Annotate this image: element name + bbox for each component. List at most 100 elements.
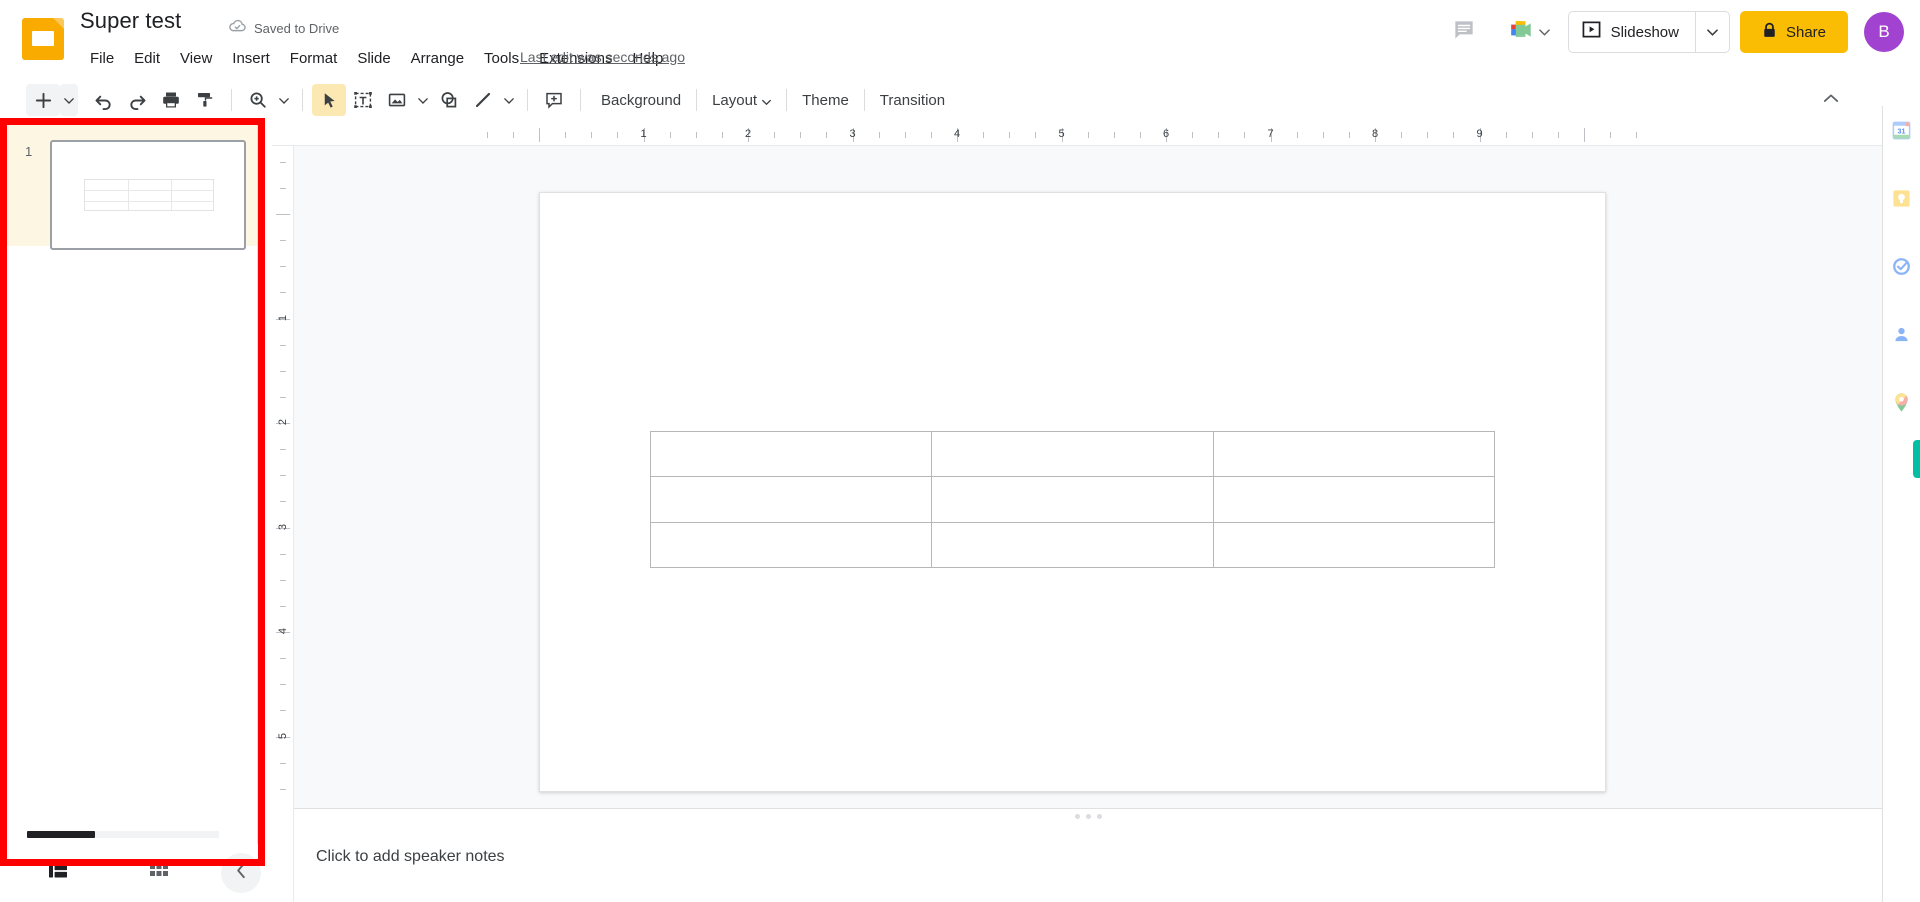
ruler-minor-tick <box>565 132 567 138</box>
paint-format-icon[interactable] <box>188 84 222 116</box>
ruler-minor-tick <box>983 132 985 138</box>
chevron-up-icon <box>1823 91 1839 109</box>
google-keep-button[interactable] <box>1887 186 1917 216</box>
comment-history-icon <box>1451 17 1477 48</box>
google-tasks-icon <box>1891 256 1912 282</box>
menu-item-edit[interactable]: Edit <box>124 45 170 73</box>
ruler-label: 9 <box>1476 128 1483 140</box>
slide-table[interactable] <box>649 430 1496 569</box>
zoom-caret-icon[interactable] <box>275 84 293 116</box>
menu-item-insert[interactable]: Insert <box>222 45 280 73</box>
slide-thumbnail-item[interactable]: 1 <box>0 124 257 250</box>
collapse-filmstrip-button[interactable] <box>221 853 261 893</box>
menu-item-view[interactable]: View <box>170 45 222 73</box>
transition-button[interactable]: Transition <box>869 87 956 114</box>
table-cell[interactable] <box>1212 521 1496 569</box>
ruler-minor-tick <box>280 396 286 398</box>
share-button[interactable]: Share <box>1739 11 1848 53</box>
new-slide-caret-icon[interactable] <box>60 84 78 116</box>
ruler-minor-tick <box>1087 132 1089 138</box>
google-contacts-button[interactable] <box>1887 322 1917 352</box>
expand-side-panel-tab[interactable] <box>1913 440 1920 478</box>
table-cell[interactable] <box>931 476 1214 523</box>
slide-thumbnail[interactable] <box>50 140 246 250</box>
comment-history-button[interactable] <box>1442 10 1486 54</box>
google-tasks-button[interactable] <box>1887 254 1917 284</box>
table-cell[interactable] <box>649 430 933 478</box>
drag-dots-icon <box>1074 814 1102 819</box>
table-row[interactable] <box>649 430 1496 478</box>
menu-item-arrange[interactable]: Arrange <box>401 45 474 73</box>
slideshow-button[interactable]: Slideshow <box>1569 12 1695 52</box>
menu-item-slide[interactable]: Slide <box>347 45 400 73</box>
menu-item-format[interactable]: Format <box>280 45 348 73</box>
shape-icon[interactable] <box>432 84 466 116</box>
redo-icon[interactable] <box>120 84 154 116</box>
document-title[interactable]: Super test <box>80 8 181 34</box>
line-icon[interactable] <box>466 84 500 116</box>
slide-number: 1 <box>25 144 33 159</box>
slide-canvas-area[interactable] <box>294 146 1882 808</box>
horizontal-ruler[interactable]: 1 2 3 4 5 6 7 8 9 <box>272 124 1882 146</box>
table-cell[interactable] <box>649 476 933 523</box>
filmstrip-scrollbar-thumb[interactable] <box>27 831 95 838</box>
filmstrip-panel[interactable]: 1 <box>0 124 258 844</box>
zoom-icon[interactable] <box>241 84 275 116</box>
ruler-minor-tick <box>1035 132 1037 138</box>
layout-button[interactable]: Layout <box>701 87 782 114</box>
google-meet-icon <box>1506 17 1536 48</box>
new-slide-icon[interactable] <box>26 84 60 116</box>
ruler-minor-tick <box>774 132 776 138</box>
grid-view-button[interactable] <box>139 853 179 893</box>
table-cell[interactable] <box>649 521 933 569</box>
ruler-minor-tick <box>826 132 828 138</box>
ruler-minor-tick <box>280 344 286 346</box>
avatar[interactable]: B <box>1864 12 1904 52</box>
undo-icon[interactable] <box>86 84 120 116</box>
google-apps-side-panel: 31 <box>1882 106 1920 902</box>
table-row[interactable] <box>649 521 1496 569</box>
table-cell[interactable] <box>1212 430 1496 478</box>
table-cell[interactable] <box>931 521 1214 569</box>
slideshow-dropdown-button[interactable] <box>1694 12 1729 52</box>
toolbar: Background Layout Theme Transition <box>0 78 1920 122</box>
ruler-label: 3 <box>849 128 856 140</box>
ruler-minor-tick <box>1427 132 1429 138</box>
ruler-minor-tick <box>721 132 723 138</box>
ruler-label: 8 <box>1372 128 1379 140</box>
slide-page[interactable] <box>539 192 1606 792</box>
present-play-icon <box>1582 20 1601 44</box>
theme-button[interactable]: Theme <box>791 87 860 114</box>
ruler-minor-tick <box>1244 132 1246 138</box>
add-comment-icon[interactable] <box>537 84 571 116</box>
text-box-icon[interactable] <box>346 84 380 116</box>
last-edit-link[interactable]: Last edit was seconds ago <box>520 49 685 65</box>
insert-image-icon[interactable] <box>380 84 414 116</box>
filmstrip-scrollbar[interactable] <box>27 831 219 838</box>
menu-item-file[interactable]: File <box>80 45 124 73</box>
ruler-minor-tick <box>280 501 286 503</box>
line-caret-icon[interactable] <box>500 84 518 116</box>
background-button[interactable]: Background <box>590 87 692 114</box>
notes-resize-handle[interactable] <box>294 808 1882 824</box>
google-meet-button[interactable] <box>1495 10 1558 54</box>
vertical-ruler[interactable]: 1 2 3 4 5 <box>272 146 294 902</box>
speaker-notes-area[interactable]: Click to add speaker notes <box>294 824 1882 902</box>
ruler-minor-tick <box>280 370 286 372</box>
table-cell[interactable] <box>931 430 1214 478</box>
insert-image-caret-icon[interactable] <box>414 84 432 116</box>
filmstrip-view-button[interactable] <box>38 853 78 893</box>
ruler-minor-tick <box>904 132 906 138</box>
ruler-minor-tick <box>1610 132 1612 138</box>
table-cell[interactable] <box>1212 476 1496 523</box>
ruler-minor-tick <box>1401 132 1403 138</box>
table-row[interactable] <box>649 476 1496 523</box>
collapse-toolbar-button[interactable] <box>1814 84 1848 116</box>
google-maps-button[interactable] <box>1887 390 1917 420</box>
google-calendar-button[interactable]: 31 <box>1887 118 1917 148</box>
lock-icon <box>1762 22 1777 42</box>
print-icon[interactable] <box>154 84 188 116</box>
grid-view-icon <box>149 862 169 885</box>
ruler-minor-tick <box>1636 132 1638 138</box>
select-tool-icon[interactable] <box>312 84 346 116</box>
